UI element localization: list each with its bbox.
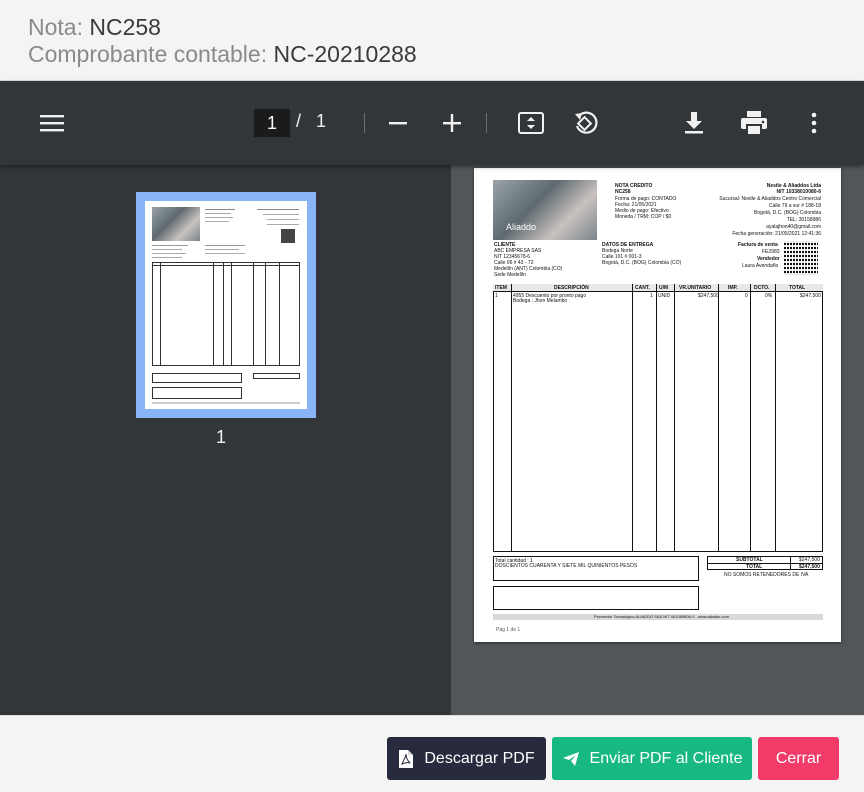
row-um: UNID xyxy=(658,293,671,299)
nota-label: Nota: xyxy=(28,14,83,40)
company-address: Calle 79 a sur # 188-18 xyxy=(769,203,821,209)
paper-plane-icon xyxy=(562,751,579,766)
th-item: ITEM xyxy=(495,285,507,291)
th-cant: CANT. xyxy=(635,285,650,291)
total-pages: 1 xyxy=(316,111,327,131)
thumbnail-page-preview xyxy=(145,201,307,409)
toolbar-divider xyxy=(486,113,487,133)
doc-moneda: Moneda / TRM: COP / $0 xyxy=(615,214,672,220)
company-city: Bogotá, D.C. (BOG) Colombia xyxy=(754,210,821,216)
comprobante-value: NC-20210288 xyxy=(273,41,417,67)
company-tel: TEL: 30158986 xyxy=(786,217,821,223)
row-dcto: 0% xyxy=(765,293,773,299)
comprobante-label: Comprobante contable: xyxy=(28,41,268,67)
close-label: Cerrar xyxy=(775,749,822,767)
total-value: $247,500 xyxy=(799,564,820,570)
download-pdf-button[interactable]: Descargar PDF xyxy=(387,737,546,780)
entrega-city: Bogotá, D.C. (BOG) Colombia (CO) xyxy=(602,260,682,266)
zoom-out-icon[interactable] xyxy=(386,110,410,136)
cliente-sede: Sede Medellín xyxy=(494,272,526,278)
vendedor-value: Laura Avendaño xyxy=(742,263,779,269)
th-vr-unitario: VR.UNITARIO xyxy=(679,285,712,291)
factura-value: FE2983 xyxy=(762,249,780,255)
download-icon[interactable] xyxy=(681,109,707,137)
thumbnail-sidebar: 1 xyxy=(0,165,451,715)
nota-line: Nota: NC258 xyxy=(28,14,836,41)
modal-footer: Descargar PDF Enviar PDF al Cliente Cerr… xyxy=(0,715,864,792)
retenedores-note: NO SOMOS RETENEDORES DE IVA xyxy=(724,572,809,578)
vendedor-label: Vendedor xyxy=(757,256,780,262)
observations-box xyxy=(493,586,699,610)
items-table xyxy=(493,284,823,552)
page-thumbnail[interactable] xyxy=(136,192,316,418)
page-separator: / xyxy=(296,111,302,131)
th-um: U/M xyxy=(659,285,669,291)
th-descripcion: DESCRIPCIÓN xyxy=(554,285,589,291)
row-total: $247,500 xyxy=(800,293,821,299)
thumbnail-photo xyxy=(152,207,200,241)
row-cant: 1 xyxy=(650,293,653,299)
aliaddo-logo: Aliaddo xyxy=(506,222,537,232)
toolbar-divider xyxy=(364,113,365,133)
company-email: ayalajhon40@gmail.com xyxy=(766,224,821,230)
more-options-icon[interactable] xyxy=(804,109,824,137)
th-imp: IMP. xyxy=(728,285,738,291)
doc-number: NC258 xyxy=(615,189,631,195)
download-pdf-label: Descargar PDF xyxy=(424,749,535,767)
current-page-input[interactable]: 1 xyxy=(254,109,290,137)
print-icon[interactable] xyxy=(738,109,770,137)
pdf-toolbar: 1 / 1 xyxy=(0,81,864,165)
page-footer-number: Pág 1 de 1 xyxy=(496,627,521,633)
thumbnail-page-number: 1 xyxy=(216,427,227,447)
subtotal-value: $247,500 xyxy=(799,557,820,563)
subtotal-label: SUBTOTAL xyxy=(736,557,763,563)
rotate-icon[interactable] xyxy=(569,108,601,138)
zoom-in-icon[interactable] xyxy=(440,110,464,136)
total-label: TOTAL xyxy=(746,564,763,570)
row-item: 1 xyxy=(495,293,498,299)
fit-page-icon[interactable] xyxy=(516,110,546,136)
row-vr-unitario: $247,500 xyxy=(698,293,719,299)
qr-code-icon xyxy=(784,241,818,275)
company-nit: NIT 10338010080-6 xyxy=(776,189,821,195)
company-sucursal: Sucursal: Nestle & Aliaddos Centro Comer… xyxy=(719,196,821,202)
row-desc-2: Bodega : Jhon Melambo xyxy=(513,298,568,304)
pdf-viewer[interactable]: 1 Aliaddo NOTA CREDITO NC258 Forma de pa… xyxy=(0,165,864,715)
th-total: TOTAL xyxy=(789,285,806,291)
fecha-generacion: Fecha generación: 21/05/2021 12:41:36 xyxy=(732,231,821,237)
nota-value: NC258 xyxy=(89,14,161,40)
close-button[interactable]: Cerrar xyxy=(758,737,839,780)
row-imp: 0 xyxy=(745,293,748,299)
factura-label: Factura de venta xyxy=(738,242,778,248)
proveedor-footer: Proveedor Tecnológico ALIADDO SAS NIT 90… xyxy=(594,614,730,619)
pdf-file-icon xyxy=(399,749,414,768)
total-letras: DOSCIENTOS CUARENTA Y SIETE MIL QUINIENT… xyxy=(495,563,638,569)
send-pdf-label: Enviar PDF al Cliente xyxy=(589,749,743,767)
th-dcto: DCTO. xyxy=(754,285,770,291)
modal-header: Nota: NC258 Comprobante contable: NC-202… xyxy=(0,0,864,81)
menu-icon[interactable] xyxy=(36,109,68,137)
send-pdf-button[interactable]: Enviar PDF al Cliente xyxy=(552,737,752,780)
pdf-page: Aliaddo NOTA CREDITO NC258 Forma de pago… xyxy=(474,168,841,642)
comprobante-line: Comprobante contable: NC-20210288 xyxy=(28,41,836,68)
